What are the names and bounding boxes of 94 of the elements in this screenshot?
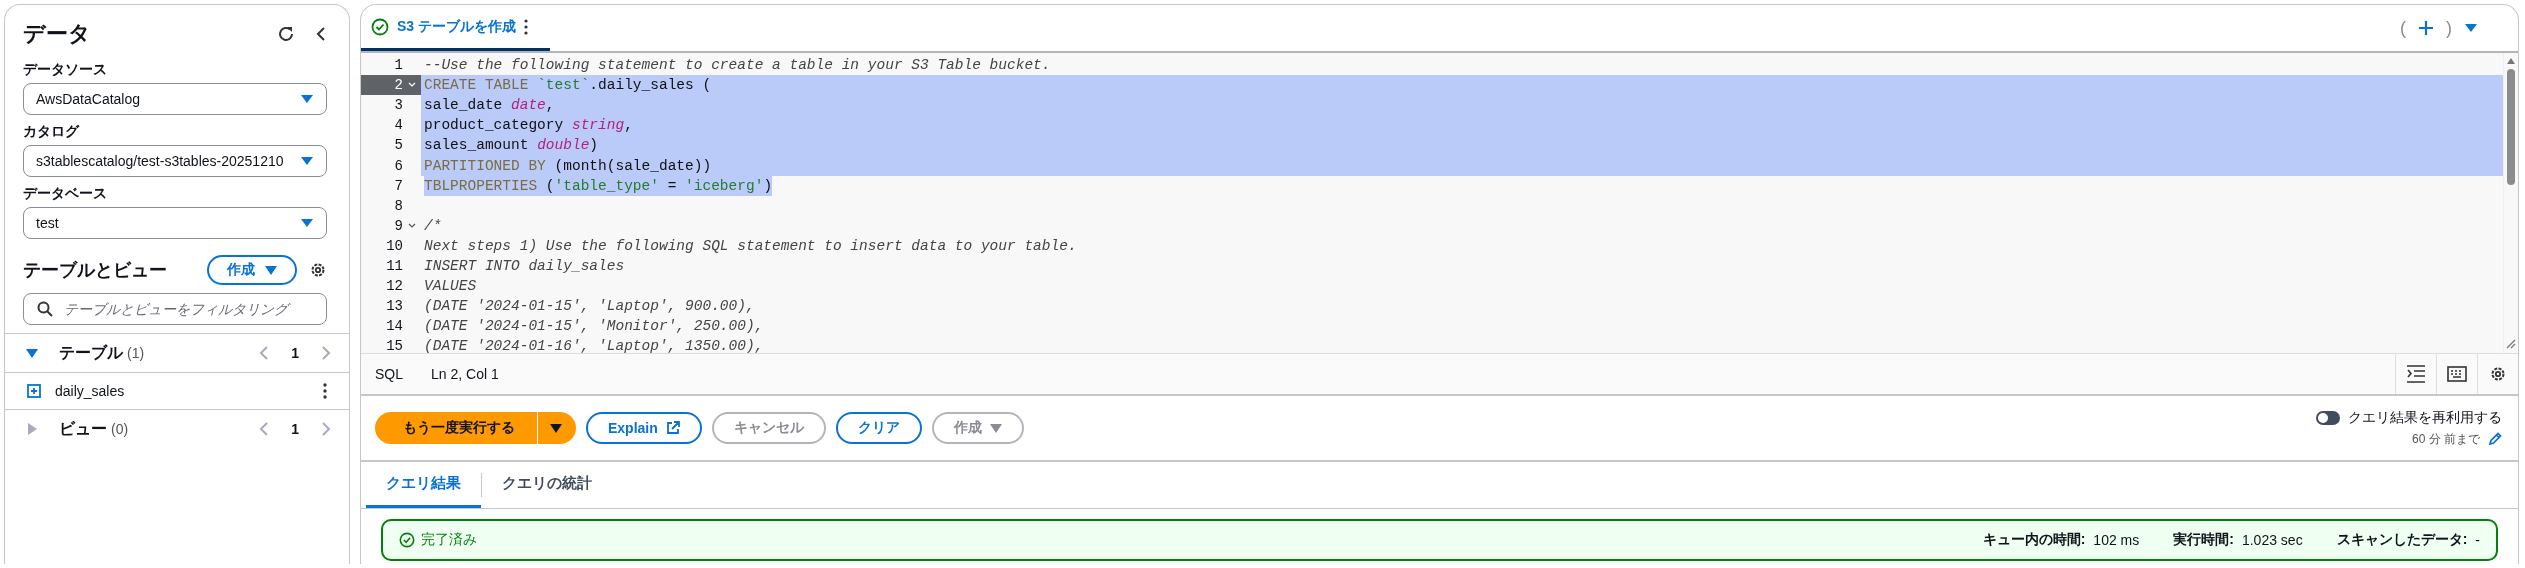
- code-line: VALUES: [424, 277, 477, 297]
- select-field[interactable]: AwsDataCatalog: [23, 83, 327, 115]
- caret-down-icon: [550, 423, 562, 433]
- line-number: 2: [394, 76, 403, 96]
- line-number: 1: [394, 56, 403, 76]
- line-number: 10: [386, 236, 403, 256]
- line-number: 11: [386, 257, 403, 276]
- refresh-icon[interactable]: [277, 25, 295, 43]
- settings-icon[interactable]: [2489, 365, 2507, 383]
- status-text: 完了済み: [421, 531, 477, 549]
- scrollbar[interactable]: [2503, 53, 2518, 353]
- line-number: 14: [386, 317, 403, 337]
- panel-title: データ: [23, 20, 92, 48]
- caret-down-icon[interactable]: [300, 156, 314, 166]
- caret-down-icon[interactable]: [300, 218, 314, 228]
- table-icon: [27, 384, 41, 398]
- toggle-switch[interactable]: [2316, 410, 2340, 425]
- line-number: 7: [394, 176, 403, 196]
- field-label: データソース: [23, 61, 108, 79]
- stat-label: 実行時間:: [2173, 531, 2234, 549]
- page-number[interactable]: 1: [291, 345, 299, 361]
- caret-down-icon: [265, 265, 277, 275]
- code-line: INSERT INTO daily_sales: [424, 257, 625, 276]
- parenthesis: ): [2446, 17, 2452, 39]
- group-count: (0): [111, 421, 129, 437]
- more-options-icon[interactable]: [524, 18, 528, 35]
- filter-field[interactable]: テーブルとビューをフィルタリング: [23, 293, 327, 325]
- resize-handle-icon[interactable]: [2506, 339, 2516, 349]
- line-number: 15: [386, 337, 403, 357]
- page-number[interactable]: 1: [291, 421, 299, 437]
- explain-button[interactable]: Explain: [586, 412, 702, 444]
- language-label: SQL: [375, 366, 403, 382]
- run-options-button[interactable]: [538, 412, 576, 444]
- select-field[interactable]: s3tablescatalog/test-s3tables-20251210: [23, 145, 327, 177]
- caret-down-icon[interactable]: [25, 346, 39, 360]
- reuse-duration: 60 分 前まで: [2412, 430, 2480, 448]
- cursor-position: Ln 2, Col 1: [431, 366, 499, 382]
- select-field[interactable]: test: [23, 207, 327, 239]
- indent-icon[interactable]: [2406, 365, 2426, 383]
- scroll-thumb[interactable]: [2507, 69, 2515, 185]
- group-label: ビュー: [59, 418, 107, 439]
- scroll-up-icon[interactable]: [2506, 57, 2516, 65]
- settings-icon[interactable]: [309, 261, 327, 279]
- search-icon: [36, 300, 54, 318]
- fold-icon[interactable]: [408, 222, 416, 229]
- caret-down-icon[interactable]: [300, 94, 314, 104]
- code-line: sales_amount double): [424, 136, 599, 156]
- check-circle-icon: [399, 532, 415, 548]
- stat-label: キュー内の時間:: [1982, 531, 2086, 549]
- table-name[interactable]: daily_sales: [55, 383, 125, 399]
- group-count: (1): [127, 345, 145, 361]
- check-circle-icon: [371, 17, 389, 36]
- line-number: 3: [394, 96, 403, 116]
- fold-icon[interactable]: [408, 82, 416, 89]
- code-line: (DATE '2024-01-15', 'Laptop', 900.00),: [424, 297, 755, 317]
- result-tab[interactable]: クエリの統計: [482, 462, 612, 508]
- line-number: 6: [394, 156, 403, 176]
- code-line: Next steps 1) Use the following SQL statement to insert data to your table.: [424, 236, 1077, 256]
- field-label: データベース: [23, 185, 108, 203]
- caret-down-icon: [989, 423, 1002, 433]
- line-number: 8: [394, 196, 403, 216]
- field-label: カタログ: [23, 123, 81, 141]
- run-again-button[interactable]: もう一度実行する: [375, 412, 537, 444]
- collapse-chevron-icon[interactable]: [315, 26, 327, 42]
- code-line: (DATE '2024-01-15', 'Monitor', 250.00),: [424, 317, 764, 337]
- stat-label: スキャンしたデータ:: [2336, 531, 2468, 549]
- more-options-icon[interactable]: [323, 383, 327, 399]
- code-line: sale_date date,: [424, 96, 555, 116]
- code-line: product_category string,: [424, 116, 633, 136]
- action-button[interactable]: クリア: [835, 412, 922, 444]
- section-title: テーブルとビュー: [23, 259, 168, 282]
- stat-value: 1.023 sec: [2241, 532, 2303, 548]
- code-line: CREATE TABLE `test`.daily_sales (: [424, 76, 712, 96]
- code-line: /*: [424, 216, 442, 236]
- group-label: テーブル: [59, 342, 123, 363]
- code-line: (DATE '2024-01-16', 'Laptop', 1350.00),: [424, 337, 764, 357]
- line-number: 13: [386, 297, 403, 317]
- keyboard-icon[interactable]: [2447, 366, 2467, 382]
- reuse-label: クエリ結果を再利用する: [2348, 408, 2502, 427]
- result-tab[interactable]: クエリ結果: [366, 462, 481, 508]
- parenthesis: (: [2400, 17, 2406, 39]
- add-icon[interactable]: [2418, 20, 2434, 36]
- caret-down-icon[interactable]: [2464, 23, 2478, 33]
- code-line: PARTITIONED BY (month(sale_date)): [424, 156, 712, 176]
- create-button[interactable]: 作成: [207, 255, 297, 285]
- line-number: 12: [386, 277, 403, 297]
- line-number: 4: [394, 116, 403, 136]
- code-line: --Use the following statement to create a table in your S3 Table bucket.: [424, 56, 1051, 76]
- stat-value: 102 ms: [2093, 532, 2140, 548]
- line-number: 5: [394, 136, 403, 156]
- stat-value: -: [2475, 532, 2480, 548]
- pencil-icon[interactable]: [2488, 432, 2502, 446]
- line-number: 9: [394, 216, 403, 236]
- external-link-icon: [665, 421, 680, 435]
